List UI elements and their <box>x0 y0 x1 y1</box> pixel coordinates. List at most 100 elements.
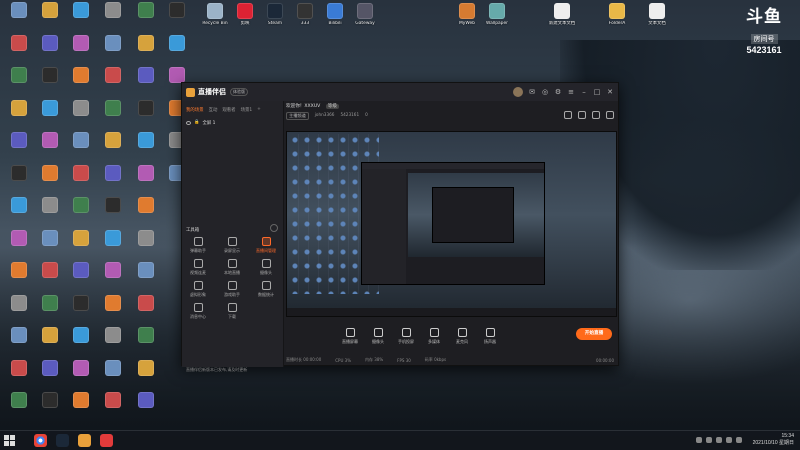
streaming-app-taskbar-icon[interactable] <box>78 434 91 447</box>
desktop-icon[interactable] <box>33 197 67 215</box>
desktop-icon[interactable] <box>64 132 98 150</box>
desktop-icon[interactable] <box>33 262 67 280</box>
tool-4[interactable]: 本地直播 <box>218 259 246 276</box>
desktop-icon[interactable] <box>33 132 67 150</box>
desktop-icon[interactable]: Steam <box>258 3 292 26</box>
desktop-icon[interactable] <box>96 67 130 85</box>
desktop-icon[interactable] <box>2 2 36 20</box>
tool-0[interactable]: 弹幕助手 <box>184 237 212 254</box>
desktop-icon[interactable] <box>33 229 67 248</box>
desktop-icon[interactable] <box>64 229 98 248</box>
tool-2[interactable]: 直播间管理 <box>252 237 280 254</box>
minimize-icon[interactable]: – <box>580 88 588 96</box>
desktop-icon[interactable] <box>2 262 36 280</box>
desktop-icon[interactable] <box>2 294 36 313</box>
desktop-icon[interactable]: 333 <box>288 3 322 26</box>
lock-room-icon[interactable] <box>578 111 586 119</box>
desktop-icon[interactable] <box>2 197 36 215</box>
control-5[interactable]: 扬声器 <box>476 327 504 345</box>
control-2[interactable]: 手机投屏 <box>392 327 420 345</box>
menu-icon[interactable]: ≡ <box>567 88 575 96</box>
desktop-icon[interactable] <box>33 294 67 313</box>
steam-taskbar-icon[interactable] <box>56 434 69 447</box>
tool-5[interactable]: 摄像头 <box>252 259 280 276</box>
desktop-icon[interactable] <box>33 392 67 410</box>
desktop-icon[interactable] <box>96 34 130 53</box>
tool-8[interactable]: 数据统计 <box>252 281 280 298</box>
desktop-icon[interactable] <box>129 294 163 313</box>
skin-icon[interactable]: ◎ <box>541 88 549 96</box>
desktop-icon[interactable] <box>96 2 130 20</box>
level-badge[interactable]: 等级 <box>325 104 339 109</box>
message-icon[interactable]: ✉ <box>528 88 536 96</box>
desktop-icon[interactable] <box>64 197 98 215</box>
settings-icon[interactable]: ⚙ <box>554 88 562 96</box>
desktop-icon[interactable] <box>33 67 67 85</box>
lock-icon[interactable]: 🔒 <box>194 120 199 125</box>
tray-icon-3[interactable] <box>716 437 722 443</box>
desktop-icon[interactable] <box>2 359 36 378</box>
desktop-icon[interactable] <box>129 327 163 345</box>
desktop-icon[interactable] <box>129 132 163 150</box>
add-scene-icon[interactable]: + <box>257 107 261 113</box>
desktop-icon[interactable] <box>96 262 130 280</box>
tool-1[interactable]: 录屏显示 <box>218 237 246 254</box>
desktop-icon[interactable] <box>129 164 163 183</box>
desktop-icon[interactable] <box>33 2 67 20</box>
desktop-icon[interactable] <box>64 262 98 280</box>
title-bar[interactable]: 直播伴侣 体验版 ✉ ◎ ⚙ ≡ – □ ✕ <box>182 83 618 101</box>
desktop-icon[interactable] <box>64 294 98 313</box>
desktop-icon[interactable]: Recycle Bin <box>198 3 232 26</box>
tool-10[interactable]: 下载 <box>218 303 246 320</box>
windows-start-icon[interactable] <box>4 435 15 446</box>
control-4[interactable]: 麦克风 <box>448 327 476 345</box>
desktop-icon[interactable] <box>96 229 130 248</box>
tab-viewers[interactable]: 观看者 <box>222 107 235 113</box>
desktop-icon[interactable]: Bilibili <box>318 3 352 26</box>
maximize-icon[interactable]: □ <box>593 88 601 96</box>
tray-icon-1[interactable] <box>696 437 702 443</box>
tab-interact[interactable]: 互动 <box>209 107 218 113</box>
desktop-icon[interactable]: MyWeb <box>450 3 484 26</box>
desktop-icon[interactable]: Wallpaper <box>480 3 514 26</box>
desktop-icon[interactable] <box>129 359 163 378</box>
desktop-icon[interactable] <box>64 99 98 118</box>
desktop-icon[interactable] <box>33 99 67 118</box>
desktop-icon[interactable] <box>64 392 98 410</box>
start-live-button[interactable]: 开始直播 <box>576 328 612 340</box>
desktop-icon[interactable] <box>64 359 98 378</box>
desktop-icon[interactable] <box>64 67 98 85</box>
close-icon[interactable]: ✕ <box>606 88 614 96</box>
desktop-icon[interactable] <box>160 34 194 53</box>
desktop-icon[interactable] <box>129 34 163 53</box>
desktop-icon[interactable] <box>129 67 163 85</box>
volume-icon[interactable] <box>736 437 742 443</box>
tool-3[interactable]: 视频连麦 <box>184 259 212 276</box>
desktop-icon[interactable] <box>2 229 36 248</box>
desktop-icon[interactable] <box>129 2 163 20</box>
tool-7[interactable]: 游戏助手 <box>218 281 246 298</box>
eye-icon[interactable] <box>186 120 191 125</box>
toolbox-close-icon[interactable] <box>270 224 278 232</box>
desktop-icon[interactable] <box>96 99 130 118</box>
desktop-icon[interactable]: 文本文档 <box>640 3 674 26</box>
desktop-icon[interactable]: 剪映 <box>228 3 262 26</box>
category-chip[interactable]: 主播频道 <box>286 112 309 120</box>
scene-item[interactable]: 🔒 全屏 1 <box>186 118 279 127</box>
tab-scene1[interactable]: 场景1 <box>241 107 253 113</box>
desktop-icon[interactable] <box>2 392 36 410</box>
history-icon[interactable] <box>592 111 600 119</box>
desktop-icon[interactable]: FolderA <box>600 3 634 26</box>
netease-taskbar-icon[interactable] <box>100 434 113 447</box>
desktop-icon[interactable]: 新建文本文档 <box>545 3 579 26</box>
desktop-icon[interactable] <box>129 99 163 118</box>
desktop-icon[interactable] <box>33 359 67 378</box>
desktop-icon[interactable] <box>64 327 98 345</box>
desktop-icon[interactable] <box>96 392 130 410</box>
desktop-icon[interactable] <box>96 327 130 345</box>
desktop-icon[interactable] <box>2 327 36 345</box>
desktop-icon[interactable] <box>2 67 36 85</box>
desktop-icon[interactable] <box>2 132 36 150</box>
desktop-icon[interactable] <box>2 99 36 118</box>
desktop-icon[interactable]: Gateway <box>348 3 382 26</box>
